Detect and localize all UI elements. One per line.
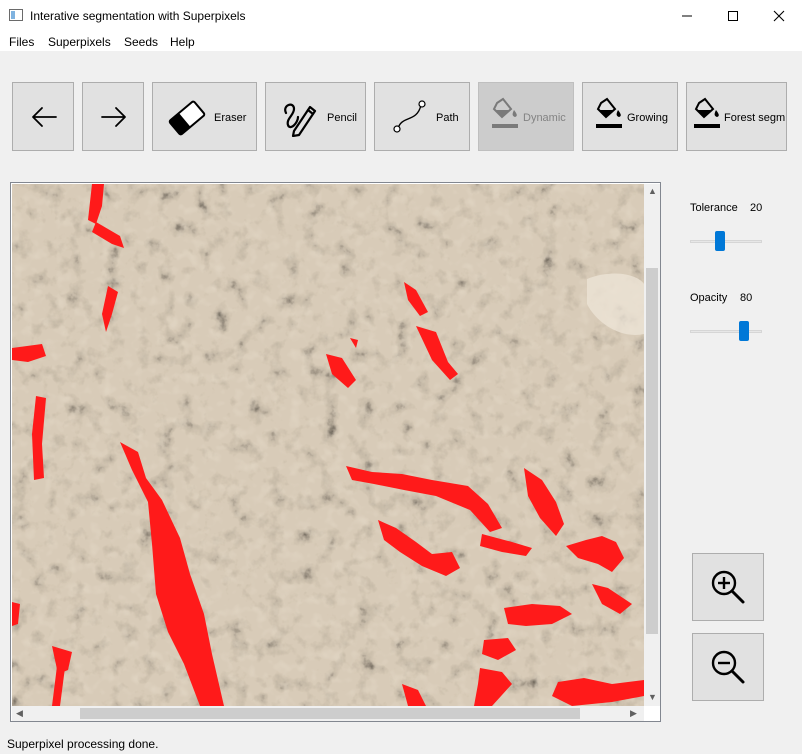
dynamic-button[interactable]: Dynamic — [478, 82, 574, 151]
pencil-button[interactable]: Pencil — [265, 82, 366, 151]
opacity-value: 80 — [740, 292, 753, 304]
scroll-down-arrow-icon[interactable]: ▼ — [648, 692, 657, 702]
scroll-right-arrow-icon[interactable]: ▶ — [630, 708, 637, 719]
scroll-left-arrow-icon[interactable]: ◀ — [16, 708, 23, 719]
maximize-icon — [728, 10, 738, 21]
scroll-up-arrow-icon[interactable]: ▲ — [648, 186, 657, 196]
paint-bucket-icon — [694, 97, 720, 128]
vertical-scroll-thumb[interactable] — [646, 268, 658, 634]
back-button[interactable] — [12, 82, 74, 151]
forest-segm-button[interactable]: Forest segm — [686, 82, 787, 151]
eraser-label: Eraser — [214, 112, 247, 124]
forest-segm-label: Forest segm — [724, 112, 786, 124]
minimize-button[interactable] — [664, 0, 710, 31]
title-bar: Interative segmentation with Superpixels — [0, 0, 802, 31]
segmentation-image[interactable] — [12, 184, 644, 706]
menu-seeds[interactable]: Seeds — [124, 35, 158, 49]
maximize-button[interactable] — [710, 0, 756, 31]
app-icon — [9, 9, 23, 21]
close-button[interactable] — [756, 0, 802, 31]
zoom-in-button[interactable] — [692, 553, 764, 621]
tolerance-label: Tolerance — [690, 202, 738, 214]
zoom-out-button[interactable] — [692, 633, 764, 701]
eraser-button[interactable]: Eraser — [152, 82, 257, 151]
paint-bucket-icon — [596, 97, 622, 128]
menu-superpixels[interactable]: Superpixels — [48, 35, 111, 49]
arrow-left-icon — [32, 107, 57, 127]
menu-bar: Files Superpixels Seeds Help — [0, 31, 802, 51]
horizontal-scroll-thumb[interactable] — [80, 708, 580, 719]
menu-files[interactable]: Files — [9, 35, 34, 49]
zoom-out-icon — [711, 650, 745, 684]
horizontal-scrollbar[interactable]: ◀ ▶ — [12, 706, 644, 721]
image-view[interactable]: ▲ ▼ ◀ ▶ — [10, 182, 661, 722]
tolerance-slider-handle[interactable] — [715, 231, 725, 251]
pencil-label: Pencil — [327, 112, 357, 124]
tolerance-slider-track[interactable] — [690, 240, 762, 243]
tolerance-value: 20 — [750, 202, 763, 214]
path-button[interactable]: Path — [374, 82, 470, 151]
vertical-scrollbar[interactable]: ▲ ▼ — [644, 184, 660, 706]
growing-button[interactable]: Growing — [582, 82, 678, 151]
arrow-right-icon — [101, 107, 126, 127]
forward-button[interactable] — [82, 82, 144, 151]
window-title: Interative segmentation with Superpixels — [30, 9, 246, 23]
opacity-slider-handle[interactable] — [739, 321, 749, 341]
path-label: Path — [436, 112, 459, 124]
status-text: Superpixel processing done. — [7, 737, 159, 751]
status-bar: Superpixel processing done. — [0, 733, 802, 754]
path-curve-icon — [393, 100, 426, 133]
dynamic-label: Dynamic — [523, 112, 566, 124]
menu-help[interactable]: Help — [170, 35, 195, 49]
minimize-icon — [682, 15, 692, 16]
opacity-slider-track[interactable] — [690, 330, 762, 333]
growing-label: Growing — [627, 112, 668, 124]
zoom-in-icon — [711, 570, 745, 604]
pencil-icon — [284, 103, 317, 137]
paint-bucket-icon — [492, 97, 518, 128]
opacity-label: Opacity — [690, 292, 728, 304]
close-icon — [773, 10, 785, 21]
eraser-icon — [168, 100, 206, 136]
